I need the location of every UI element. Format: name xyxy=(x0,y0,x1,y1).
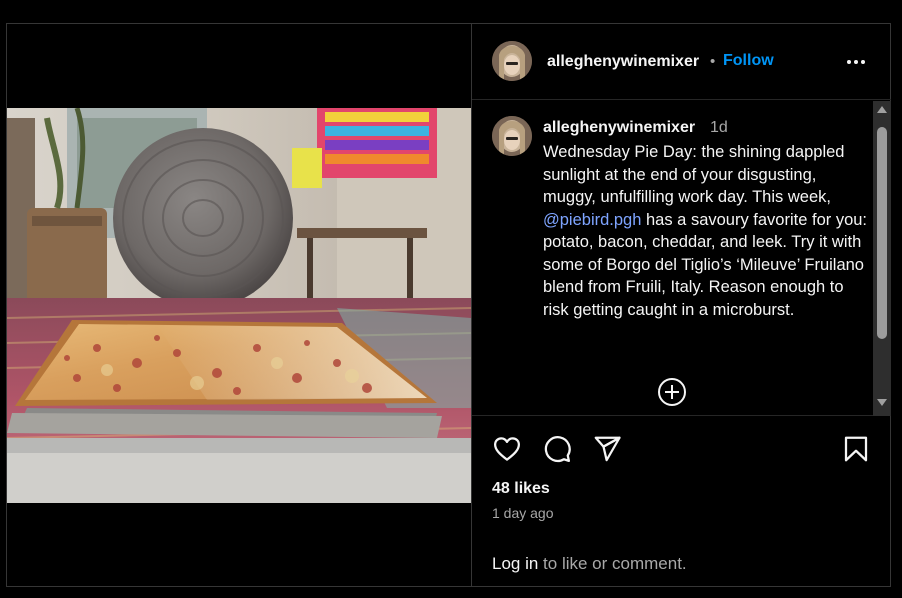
scroll-down-arrow-icon[interactable] xyxy=(877,399,887,406)
avatar-image xyxy=(492,116,532,156)
post-caption: Wednesday Pie Day: the shining dappled s… xyxy=(543,141,873,321)
comments-section: alleghenywinemixer 1d Wednesday Pie Day:… xyxy=(472,101,891,416)
scrollbar-thumb[interactable] xyxy=(877,127,887,339)
heart-icon[interactable] xyxy=(492,434,522,464)
avatar[interactable] xyxy=(492,41,532,81)
caption-timestamp[interactable]: 1d xyxy=(710,119,728,137)
share-icon[interactable] xyxy=(592,434,622,464)
load-more-comments-icon[interactable] xyxy=(657,377,687,407)
post-dialog: alleghenywinemixer • Follow alleghenywin… xyxy=(6,23,891,587)
action-bar xyxy=(472,416,891,476)
follow-button[interactable]: Follow xyxy=(723,52,774,70)
more-options-icon[interactable] xyxy=(844,50,868,74)
like-count[interactable]: 48 likes xyxy=(492,480,550,498)
login-prompt: Log in to like or comment. xyxy=(492,554,687,574)
post-photo[interactable] xyxy=(7,108,471,503)
post-date[interactable]: 1 day ago xyxy=(492,505,554,521)
mention-link[interactable]: @piebird.pgh xyxy=(543,211,641,229)
caption-text: Wednesday Pie Day: the shining dappled s… xyxy=(543,143,845,206)
login-prompt-text: to like or comment. xyxy=(538,554,687,573)
avatar[interactable] xyxy=(492,116,532,156)
pizza-photo xyxy=(7,108,471,503)
avatar-image xyxy=(492,41,532,81)
post-media xyxy=(7,24,471,586)
post-header: alleghenywinemixer • Follow xyxy=(472,24,891,100)
separator-dot: • xyxy=(710,53,716,70)
caption-username[interactable]: alleghenywinemixer xyxy=(543,119,695,137)
comment-icon[interactable] xyxy=(542,434,572,464)
scroll-up-arrow-icon[interactable] xyxy=(877,106,887,113)
post-side-panel: alleghenywinemixer • Follow alleghenywin… xyxy=(471,24,891,586)
login-link[interactable]: Log in xyxy=(492,554,538,573)
post-author-username[interactable]: alleghenywinemixer xyxy=(547,53,699,71)
comments-scrollbar[interactable] xyxy=(873,101,891,416)
bookmark-icon[interactable] xyxy=(841,434,871,464)
